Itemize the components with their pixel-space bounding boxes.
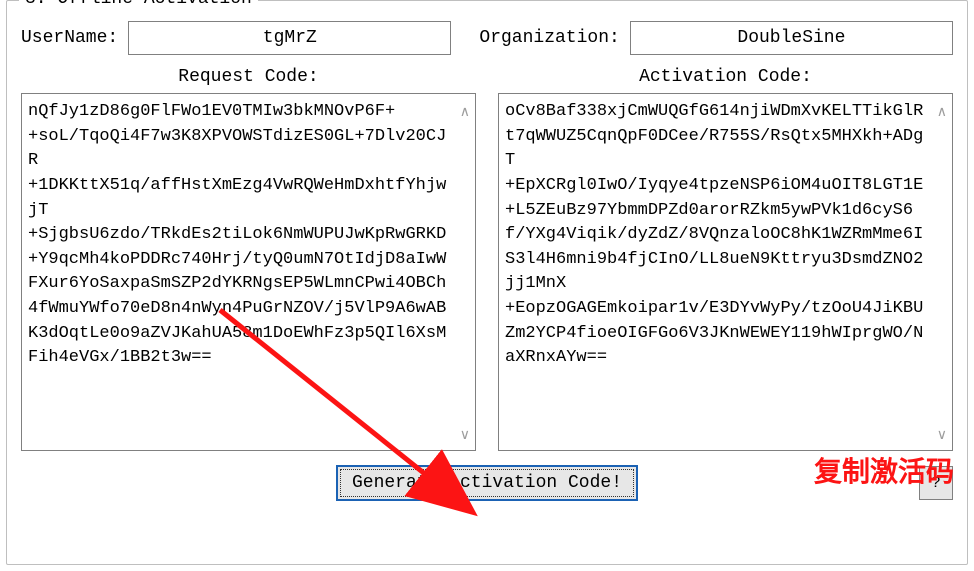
request-code-label: Request Code: — [21, 63, 476, 93]
activation-code-textarea[interactable] — [498, 93, 953, 451]
organization-input[interactable] — [630, 21, 953, 55]
username-label: UserName: — [21, 28, 118, 48]
identity-row: UserName: Organization: — [7, 1, 967, 63]
request-code-textarea[interactable] — [21, 93, 476, 451]
offline-activation-section: 3. Offline Activation UserName: Organiza… — [6, 0, 968, 565]
activation-code-label: Activation Code: — [498, 63, 953, 93]
request-code-column: Request Code: ∧ ∨ — [21, 63, 476, 451]
help-button[interactable]: ? — [919, 466, 953, 500]
section-legend: 3. Offline Activation — [19, 0, 258, 9]
generate-activation-button[interactable]: Generate Activation Code! — [336, 465, 638, 501]
codes-row: Request Code: ∧ ∨ Activation Code: ∧ ∨ — [7, 63, 967, 451]
bottom-row: Generate Activation Code! ? — [7, 451, 967, 501]
username-input[interactable] — [128, 21, 451, 55]
activation-code-column: Activation Code: ∧ ∨ — [498, 63, 953, 451]
organization-label: Organization: — [479, 28, 619, 48]
